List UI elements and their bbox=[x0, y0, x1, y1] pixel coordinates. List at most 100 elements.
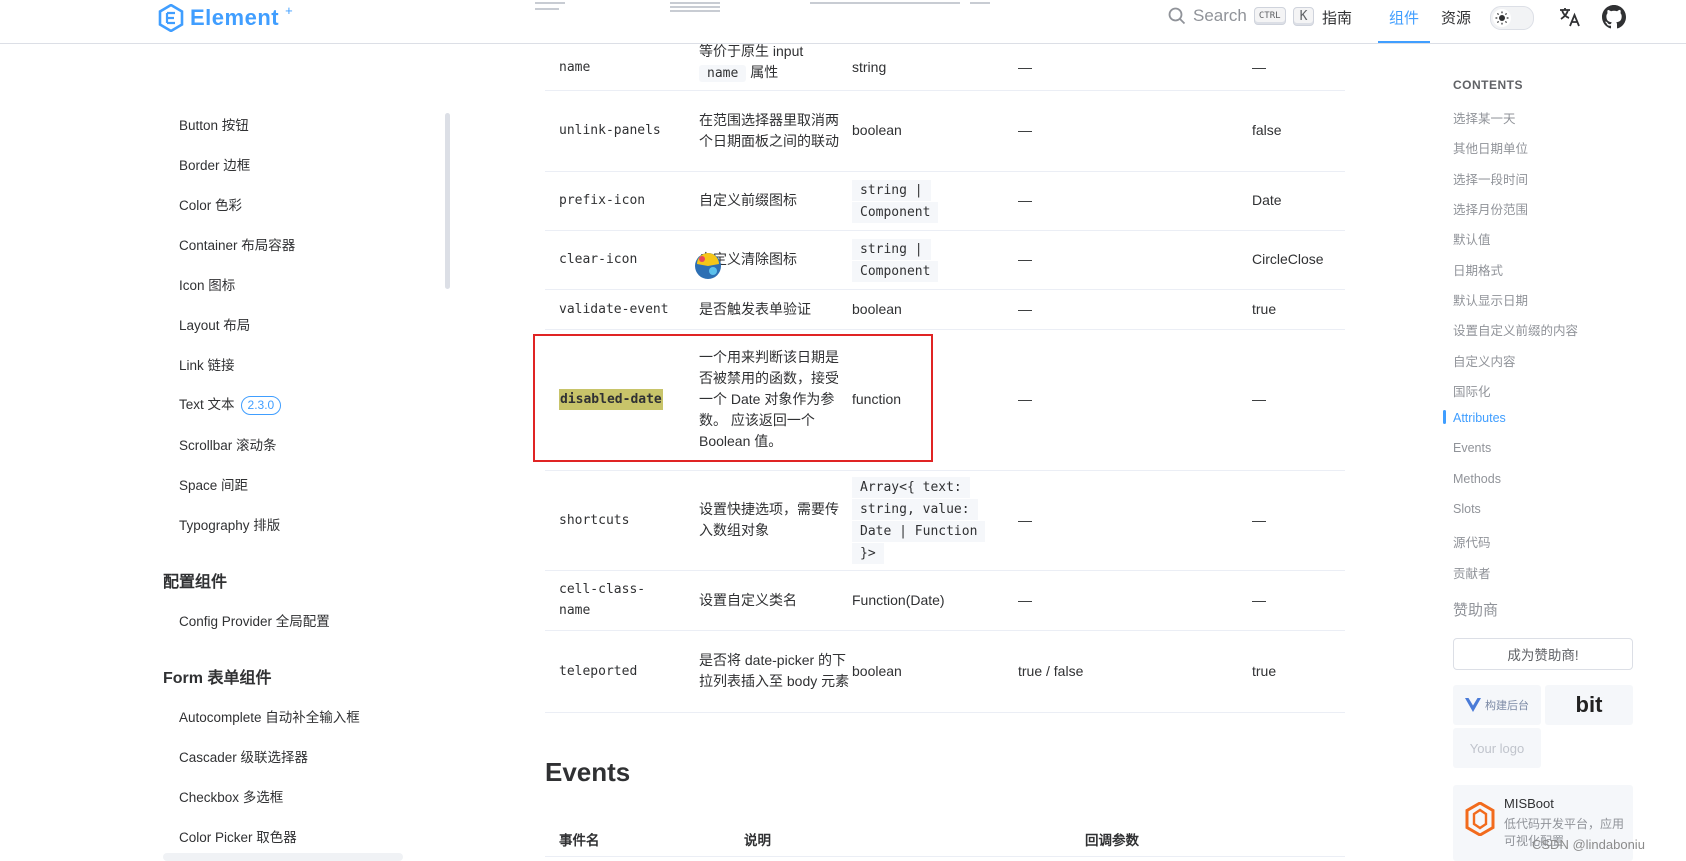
attr-name: unlink-panels bbox=[559, 123, 661, 138]
search-button[interactable]: Search CTRL K bbox=[1168, 6, 1315, 26]
code-line: string | bbox=[852, 179, 931, 201]
nav-active-underline bbox=[1378, 41, 1430, 43]
misboot-logo-icon bbox=[1465, 802, 1495, 836]
sidebar-item-layout[interactable]: Layout 布局 bbox=[179, 314, 250, 334]
code-line: Date | Function bbox=[852, 521, 986, 542]
sidebar-item-text-label: Text 文本 bbox=[179, 397, 235, 412]
toc-item[interactable]: Events bbox=[1453, 441, 1491, 455]
attr-name: name bbox=[559, 59, 591, 75]
attr-type: string bbox=[852, 58, 887, 75]
kbd-ctrl: CTRL bbox=[1253, 7, 1286, 25]
sidebar-item-icon[interactable]: Icon 图标 bbox=[179, 274, 235, 294]
sponsor-logo-text: bit bbox=[1575, 692, 1603, 717]
sidebar-item-config-provider[interactable]: Config Provider 全局配置 bbox=[179, 610, 330, 630]
toc-item[interactable]: 日期格式 bbox=[1453, 260, 1503, 279]
sun-icon bbox=[1493, 9, 1511, 27]
attr-accepted: true / false bbox=[1018, 662, 1084, 679]
sponsor-logo-vue-admin[interactable]: 构建后台 bbox=[1453, 685, 1541, 725]
attr-accepted: — bbox=[1018, 391, 1032, 407]
attr-desc-line: 属性 bbox=[750, 63, 779, 80]
toc-item[interactable]: 国际化 bbox=[1453, 381, 1491, 400]
nav-resource[interactable]: 资源 bbox=[1441, 7, 1471, 28]
toc-item[interactable]: 选择一段时间 bbox=[1453, 169, 1528, 188]
events-col-name: 事件名 bbox=[559, 833, 600, 848]
attr-default: — bbox=[1252, 591, 1266, 608]
events-table-header: 事件名 说明 回调参数 bbox=[545, 820, 1345, 857]
version-badge: 2.3.0 bbox=[240, 396, 282, 415]
table-row: clear-icon 自定义清除图标 string | Component — … bbox=[545, 230, 1345, 290]
attr-accepted: — bbox=[1018, 251, 1032, 267]
attr-default: — bbox=[1252, 58, 1266, 75]
attr-default: true bbox=[1252, 300, 1277, 317]
toc-item[interactable]: 源代码 bbox=[1453, 532, 1491, 551]
toc-item[interactable]: 默认显示日期 bbox=[1453, 290, 1528, 309]
attr-accepted: — bbox=[1018, 591, 1032, 608]
sidebar-item-color-picker[interactable]: Color Picker 取色器 bbox=[179, 826, 297, 846]
attr-type: boolean bbox=[852, 300, 902, 317]
sidebar-item-container[interactable]: Container 布局容器 bbox=[179, 234, 295, 254]
toc-item[interactable]: 选择某一天 bbox=[1453, 108, 1516, 127]
attr-type: boolean bbox=[852, 662, 902, 679]
attr-name: cell-class-name bbox=[559, 582, 646, 618]
attr-default: — bbox=[1252, 511, 1266, 528]
attr-name: validate-event bbox=[559, 301, 669, 317]
table-row: teleported 是否将 date-picker 的下拉列表插入至 body… bbox=[545, 630, 1345, 713]
type-code: string | Component bbox=[852, 238, 939, 282]
nav-component[interactable]: 组件 bbox=[1389, 7, 1419, 28]
sponsor-heading: 赞助商 bbox=[1453, 602, 1499, 619]
table-row: cell-class-name 设置自定义类名 Function(Date) —… bbox=[545, 570, 1345, 631]
attr-name: shortcuts bbox=[559, 512, 630, 528]
sidebar-item-border[interactable]: Border 边框 bbox=[179, 154, 250, 174]
sidebar-item-text[interactable]: Text 文本 2.3.0 bbox=[179, 393, 282, 415]
attr-accepted: — bbox=[1018, 300, 1032, 317]
sponsor-logo-bit[interactable]: bit bbox=[1545, 685, 1633, 725]
sidebar-item-color[interactable]: Color 色彩 bbox=[179, 194, 242, 214]
toc-item[interactable]: Methods bbox=[1453, 472, 1501, 486]
sidebar-item-link[interactable]: Link 链接 bbox=[179, 354, 235, 374]
toc-item[interactable]: 其他日期单位 bbox=[1453, 138, 1528, 157]
events-col-desc: 说明 bbox=[744, 833, 771, 848]
toc-item[interactable]: 选择月份范围 bbox=[1453, 199, 1528, 218]
toc-item[interactable]: 默认值 bbox=[1453, 229, 1491, 248]
sidebar-heading-config: 配置组件 bbox=[163, 574, 228, 591]
attr-type: Function(Date) bbox=[852, 591, 945, 608]
sidebar-item-autocomplete[interactable]: Autocomplete 自动补全输入框 bbox=[179, 706, 360, 726]
table-row: validate-event 是否触发表单验证 boolean — true bbox=[545, 289, 1345, 330]
attr-name-highlighted: disabled-date bbox=[559, 389, 663, 410]
attr-desc: 是否触发表单验证 bbox=[699, 300, 811, 317]
vue-logo-icon bbox=[1465, 698, 1481, 712]
sidebar-item-checkbox[interactable]: Checkbox 多选框 bbox=[179, 786, 283, 806]
sidebar-item-typography[interactable]: Typography 排版 bbox=[179, 514, 280, 534]
sidebar-item-button[interactable]: Button 按钮 bbox=[179, 114, 249, 134]
code-line: Array<{ text: bbox=[852, 477, 970, 498]
floating-assistant-icon[interactable] bbox=[694, 252, 722, 280]
attr-name: teleported bbox=[559, 663, 638, 679]
sponsor-logo-text: 构建后台 bbox=[1485, 700, 1529, 712]
search-placeholder: Search bbox=[1193, 6, 1247, 25]
attr-name: clear-icon bbox=[559, 252, 638, 267]
sidebar-item-space[interactable]: Space 间距 bbox=[179, 474, 248, 494]
translate-icon[interactable] bbox=[1558, 5, 1582, 29]
toc-item[interactable]: 自定义内容 bbox=[1453, 351, 1516, 370]
sidebar-item-scrollbar[interactable]: Scrollbar 滚动条 bbox=[179, 434, 277, 454]
sidebar-item-cascader[interactable]: Cascader 级联选择器 bbox=[179, 746, 308, 766]
nav-guide[interactable]: 指南 bbox=[1322, 7, 1352, 28]
attr-desc: 自定义前缀图标 bbox=[699, 192, 797, 208]
element-logo[interactable]: Element + bbox=[158, 3, 293, 33]
sidebar-heading-form: Form 表单组件 bbox=[163, 670, 272, 687]
sidebar-scrollbar[interactable] bbox=[445, 113, 450, 289]
kbd-k: K bbox=[1292, 6, 1315, 26]
inline-code: name bbox=[699, 64, 747, 82]
toc-item[interactable]: 贡献者 bbox=[1453, 563, 1491, 582]
toc-item[interactable]: Slots bbox=[1453, 502, 1481, 516]
become-sponsor-button[interactable]: 成为赞助商! bbox=[1453, 638, 1633, 670]
toc-item[interactable]: 设置自定义前缀的内容 bbox=[1453, 320, 1578, 339]
attr-default: Date bbox=[1252, 192, 1282, 208]
theme-toggle[interactable] bbox=[1490, 6, 1534, 30]
toc-item-active[interactable]: Attributes bbox=[1453, 411, 1506, 425]
events-heading: Events bbox=[545, 757, 631, 787]
sponsor-logo-text: Your logo bbox=[1469, 740, 1525, 756]
code-line: string, value: bbox=[852, 499, 978, 520]
sponsor-logo-placeholder[interactable]: Your logo bbox=[1453, 728, 1541, 768]
github-icon[interactable] bbox=[1602, 5, 1626, 29]
